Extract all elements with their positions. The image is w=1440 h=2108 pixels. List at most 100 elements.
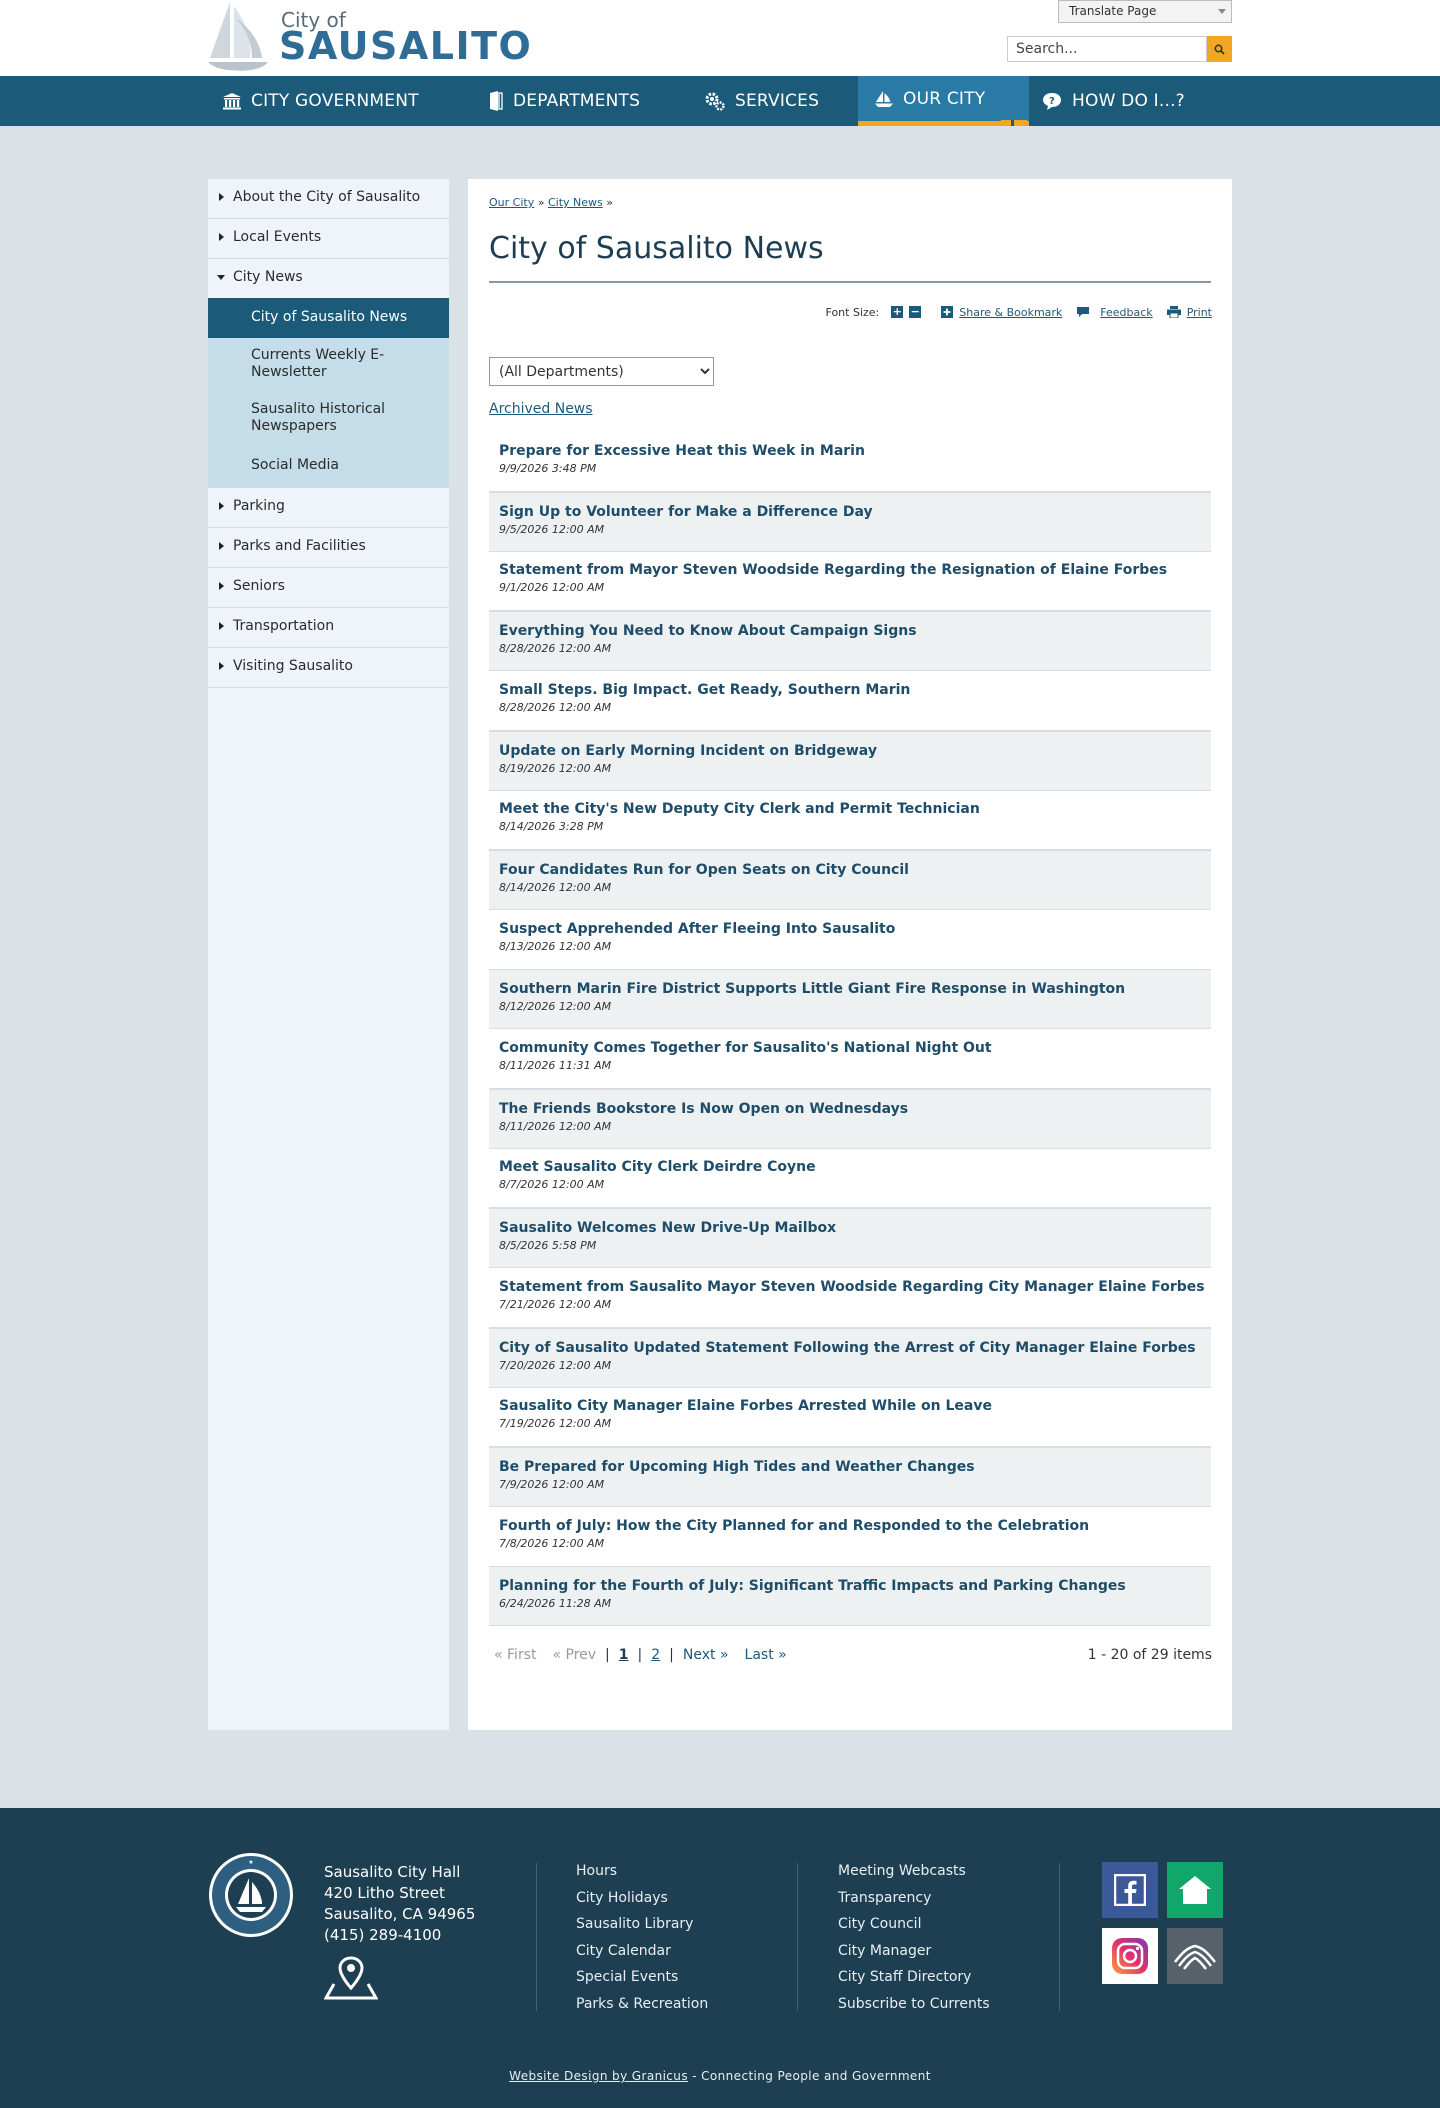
news-title-link[interactable]: Meet Sausalito City Clerk Deirdre Coyne bbox=[499, 1158, 1211, 1176]
pager-page-2[interactable]: 2 bbox=[651, 1647, 660, 1663]
news-title-link[interactable]: Planning for the Fourth of July: Signifi… bbox=[499, 1577, 1211, 1595]
map-pin-icon[interactable] bbox=[324, 1956, 378, 2000]
news-title-link[interactable]: Community Comes Together for Sausalito's… bbox=[499, 1039, 1211, 1057]
footer-link[interactable]: Transparency bbox=[838, 1885, 990, 1912]
print-link[interactable]: Print bbox=[1166, 306, 1212, 319]
question-bubble-icon: ? bbox=[1043, 93, 1061, 110]
sidebar-item-local-events[interactable]: Local Events bbox=[208, 219, 449, 259]
footer-link[interactable]: Parks & Recreation bbox=[576, 1991, 708, 2018]
sidebar-subnav: City of Sausalito News Currents Weekly E… bbox=[208, 298, 449, 488]
pager-first: « First bbox=[494, 1647, 537, 1663]
news-title-link[interactable]: Southern Marin Fire District Supports Li… bbox=[499, 980, 1211, 998]
waves-link[interactable] bbox=[1167, 1928, 1223, 1984]
sidebar-subitem-currents[interactable]: Currents Weekly E-Newsletter bbox=[208, 347, 408, 381]
sidebar-item-parking[interactable]: Parking bbox=[208, 488, 449, 528]
pager-last[interactable]: Last » bbox=[745, 1647, 787, 1663]
news-date: 7/21/2026 12:00 AM bbox=[499, 1297, 612, 1311]
news-title-link[interactable]: Meet the City's New Deputy City Clerk an… bbox=[499, 800, 1211, 818]
main-content: Our City » City News » City of Sausalito… bbox=[468, 179, 1232, 1730]
phone-number[interactable]: (415) 289-4100 bbox=[324, 1925, 475, 1946]
news-item: Sausalito Welcomes New Drive-Up Mailbox 8… bbox=[489, 1208, 1211, 1269]
granicus-link[interactable]: Website Design by Granicus bbox=[509, 2069, 688, 2083]
feedback-link[interactable]: Feedback bbox=[1076, 306, 1153, 319]
news-item: City of Sausalito Updated Statement Foll… bbox=[489, 1327, 1211, 1388]
search-button[interactable] bbox=[1207, 36, 1232, 62]
font-increase-button[interactable]: + bbox=[891, 306, 904, 318]
site-logo[interactable]: City of SAUSALITO bbox=[206, 0, 531, 76]
sidebar-item-seniors[interactable]: Seniors bbox=[208, 568, 449, 608]
gears-icon bbox=[705, 92, 725, 111]
footer-link[interactable]: City Manager bbox=[838, 1938, 990, 1965]
nav-accent-gap bbox=[1011, 120, 1014, 126]
breadcrumb: Our City » City News » bbox=[489, 196, 613, 209]
news-item: The Friends Bookstore Is Now Open on Wed… bbox=[489, 1088, 1211, 1149]
search-input[interactable] bbox=[1007, 36, 1207, 62]
news-title-link[interactable]: Sausalito Welcomes New Drive-Up Mailbox bbox=[499, 1219, 1211, 1237]
facebook-link[interactable] bbox=[1102, 1862, 1158, 1918]
sidebar-item-city-news[interactable]: City News bbox=[208, 259, 449, 299]
news-title-link[interactable]: Everything You Need to Know About Campai… bbox=[499, 622, 1211, 640]
footer-link[interactable]: City Holidays bbox=[576, 1885, 708, 1912]
nav-services[interactable]: SERVICES bbox=[704, 76, 819, 126]
news-title-link[interactable]: The Friends Bookstore Is Now Open on Wed… bbox=[499, 1100, 1211, 1118]
news-title-link[interactable]: Be Prepared for Upcoming High Tides and … bbox=[499, 1458, 1211, 1476]
news-title-link[interactable]: Sausalito City Manager Elaine Forbes Arr… bbox=[499, 1397, 1211, 1415]
news-title-link[interactable]: Sign Up to Volunteer for Make a Differen… bbox=[499, 503, 1211, 521]
footer-link[interactable]: City Staff Directory bbox=[838, 1964, 990, 1991]
footer-link[interactable]: Subscribe to Currents bbox=[838, 1991, 990, 2018]
archived-news-link[interactable]: Archived News bbox=[489, 401, 593, 417]
nav-departments[interactable]: DEPARTMENTS bbox=[488, 76, 640, 126]
sidebar-item-parks[interactable]: Parks and Facilities bbox=[208, 528, 449, 568]
news-date: 9/9/2026 3:48 PM bbox=[499, 462, 597, 475]
pager-next[interactable]: Next » bbox=[683, 1647, 729, 1663]
sidebar-item-label: Parks and Facilities bbox=[233, 538, 366, 554]
news-date: 9/5/2026 12:00 AM bbox=[499, 522, 605, 536]
nextdoor-link[interactable] bbox=[1167, 1862, 1223, 1918]
triangle-right-icon bbox=[219, 582, 224, 590]
instagram-link[interactable] bbox=[1102, 1928, 1158, 1984]
breadcrumb-city-news[interactable]: City News bbox=[548, 196, 603, 209]
pager-page-1[interactable]: 1 bbox=[619, 1647, 629, 1663]
sidebar-item-visiting[interactable]: Visiting Sausalito bbox=[208, 648, 449, 688]
news-title-link[interactable]: City of Sausalito Updated Statement Foll… bbox=[499, 1339, 1211, 1357]
news-title-link[interactable]: Fourth of July: How the City Planned for… bbox=[499, 1517, 1211, 1535]
triangle-right-icon bbox=[219, 622, 224, 630]
footer-link[interactable]: City Calendar bbox=[576, 1938, 708, 1965]
share-bookmark-link[interactable]: Share & Bookmark bbox=[941, 306, 1062, 319]
footer-link[interactable]: Hours bbox=[576, 1858, 708, 1885]
sidebar-subitem-historical-newspapers[interactable]: Sausalito Historical Newspapers bbox=[208, 401, 408, 435]
sidebar-subitem-social-media[interactable]: Social Media bbox=[208, 457, 449, 474]
news-date: 8/28/2026 12:00 AM bbox=[499, 642, 612, 656]
news-date: 8/11/2026 11:31 AM bbox=[499, 1059, 612, 1072]
breadcrumb-our-city[interactable]: Our City bbox=[489, 196, 534, 209]
news-title-link[interactable]: Statement from Sausalito Mayor Steven Wo… bbox=[499, 1278, 1211, 1296]
address-line: Sausalito, CA 94965 bbox=[324, 1905, 476, 1923]
sidebar-subitem-city-news[interactable]: City of Sausalito News bbox=[208, 298, 449, 338]
page-tools: Font Size: + − Share & Bookmark Feedback… bbox=[826, 304, 1212, 320]
department-select[interactable]: (All Departments) bbox=[489, 357, 714, 386]
news-title-link[interactable]: Statement from Mayor Steven Woodside Reg… bbox=[499, 561, 1211, 579]
footer-link[interactable]: Meeting Webcasts bbox=[838, 1858, 990, 1885]
footer-link[interactable]: City Council bbox=[838, 1911, 990, 1938]
pager-prev: « Prev bbox=[552, 1647, 597, 1663]
title-divider bbox=[489, 281, 1211, 283]
news-title-link[interactable]: Suspect Apprehended After Fleeing Into S… bbox=[499, 920, 1211, 938]
news-title-link[interactable]: Four Candidates Run for Open Seats on Ci… bbox=[499, 861, 1211, 879]
sidebar-item-label: About the City of Sausalito bbox=[233, 189, 421, 205]
nav-our-city[interactable]: OUR CITY bbox=[858, 76, 1029, 126]
news-title-link[interactable]: Small Steps. Big Impact. Get Ready, Sout… bbox=[499, 681, 1211, 699]
news-title-link[interactable]: Update on Early Morning Incident on Brid… bbox=[499, 742, 1211, 760]
news-title-link[interactable]: Prepare for Excessive Heat this Week in … bbox=[499, 442, 1211, 460]
sidebar-item-transportation[interactable]: Transportation bbox=[208, 608, 449, 648]
news-item: Sausalito City Manager Elaine Forbes Arr… bbox=[489, 1387, 1211, 1448]
translate-page-dropdown[interactable]: Translate Page bbox=[1058, 0, 1232, 23]
nav-city-government[interactable]: CITY GOVERNMENT bbox=[222, 76, 419, 126]
footer-link[interactable]: Special Events bbox=[576, 1964, 708, 1991]
nav-how-do-i[interactable]: ? HOW DO I...? bbox=[1041, 76, 1185, 126]
news-date: 6/24/2026 11:28 AM bbox=[499, 1597, 612, 1611]
triangle-right-icon bbox=[219, 193, 224, 201]
font-decrease-button[interactable]: − bbox=[909, 306, 922, 318]
pager-sep: | bbox=[637, 1647, 643, 1663]
footer-link[interactable]: Sausalito Library bbox=[576, 1911, 708, 1938]
sidebar-item-about[interactable]: About the City of Sausalito bbox=[208, 179, 449, 219]
